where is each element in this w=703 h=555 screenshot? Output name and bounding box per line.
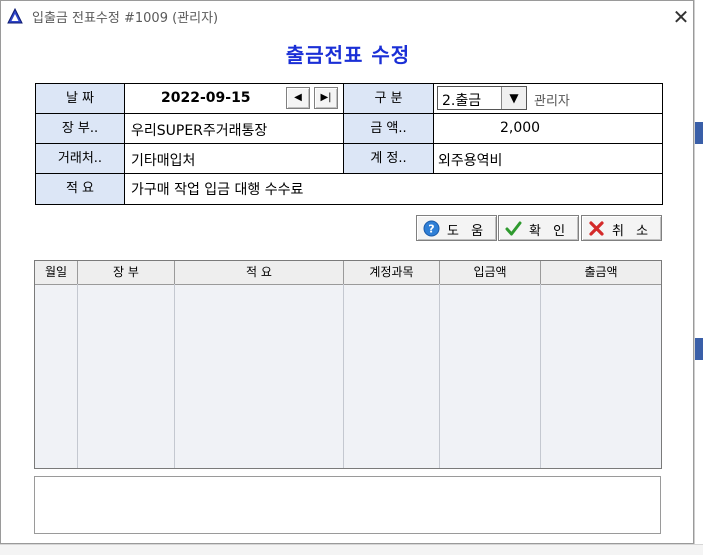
- column-header[interactable]: 입금액: [440, 261, 541, 284]
- voucher-edit-dialog: 입출금 전표수정 #1009 (관리자) ✕ 출금전표 수정 날 짜 2022-…: [0, 0, 694, 544]
- cancel-x-icon: [589, 221, 604, 236]
- grid-column-line: [540, 284, 541, 468]
- type-select[interactable]: 2.출금 ▼: [437, 86, 527, 110]
- background-app-edge: [694, 0, 703, 554]
- memo-label: 적 요: [36, 174, 125, 204]
- background-app-bottom: [0, 544, 703, 555]
- voucher-form: 날 짜 2022-09-15 ◀ ▶| 구 분 2.출금 ▼ 관리자 장 부..…: [35, 83, 663, 205]
- help-icon: ?: [423, 220, 440, 237]
- ledger-value: 외주용역비: [438, 153, 503, 169]
- title-bar[interactable]: 입출금 전표수정 #1009 (관리자) ✕: [1, 1, 693, 31]
- column-header[interactable]: 출금액: [541, 261, 661, 284]
- close-button[interactable]: ✕: [667, 3, 695, 31]
- ledger-field[interactable]: 외주용역비: [434, 144, 662, 174]
- type-label: 구 분: [344, 84, 434, 114]
- grid-column-line: [439, 284, 440, 468]
- date-label: 날 짜: [36, 84, 125, 114]
- grid-header: 월일 장 부 적 요 계정과목 입금액 출금액: [35, 261, 661, 285]
- vendor-value: 기타매입처: [131, 153, 196, 169]
- vendor-label[interactable]: 거래처..: [36, 144, 125, 174]
- grid-column-line: [343, 284, 344, 468]
- ledger-label[interactable]: 계 정..: [344, 144, 434, 174]
- window-title: 입출금 전표수정 #1009 (관리자): [32, 11, 219, 26]
- column-header[interactable]: 월일: [35, 261, 78, 284]
- page-title: 출금전표 수정: [285, 43, 411, 67]
- grid-column-line: [77, 284, 78, 468]
- user-name: 관리자: [534, 94, 570, 109]
- date-value: 2022-09-15: [161, 90, 251, 106]
- help-button[interactable]: ? 도 움: [416, 215, 497, 241]
- voucher-grid[interactable]: 월일 장 부 적 요 계정과목 입금액 출금액: [34, 260, 662, 469]
- account-book-label[interactable]: 장 부..: [36, 114, 125, 144]
- background-app-highlight: [695, 122, 703, 144]
- ok-button-label: 확 인: [529, 224, 570, 239]
- column-header[interactable]: 적 요: [175, 261, 344, 284]
- account-book-field[interactable]: 우리SUPER주거래통장: [125, 114, 344, 144]
- grid-column-line: [174, 284, 175, 468]
- amount-field[interactable]: 2,000: [434, 114, 662, 144]
- ok-button[interactable]: 확 인: [498, 215, 579, 241]
- amount-label[interactable]: 금 액..: [344, 114, 434, 144]
- cancel-button-label: 취 소: [612, 224, 653, 239]
- notes-area[interactable]: [34, 476, 661, 534]
- memo-value: 가구매 작업 입금 대행 수수료: [131, 182, 304, 198]
- memo-field[interactable]: 가구매 작업 입금 대행 수수료: [125, 174, 662, 204]
- account-book-value: 우리SUPER주거래통장: [131, 123, 268, 139]
- help-button-label: 도 움: [447, 224, 488, 239]
- amount-value: 2,000: [500, 120, 541, 136]
- column-header[interactable]: 계정과목: [344, 261, 440, 284]
- background-app-highlight: [695, 338, 703, 360]
- type-select-value: 2.출금: [442, 93, 482, 109]
- cancel-button[interactable]: 취 소: [581, 215, 662, 241]
- vendor-field[interactable]: 기타매입처: [125, 144, 344, 174]
- svg-text:?: ?: [428, 223, 434, 236]
- dropdown-arrow-icon[interactable]: ▼: [501, 87, 526, 109]
- column-header[interactable]: 장 부: [78, 261, 175, 284]
- date-field[interactable]: 2022-09-15 ◀ ▶|: [125, 84, 344, 114]
- next-date-button[interactable]: ▶|: [314, 87, 338, 109]
- app-triangle-icon: [7, 8, 23, 24]
- prev-date-button[interactable]: ◀: [286, 87, 310, 109]
- checkmark-icon: [505, 221, 522, 236]
